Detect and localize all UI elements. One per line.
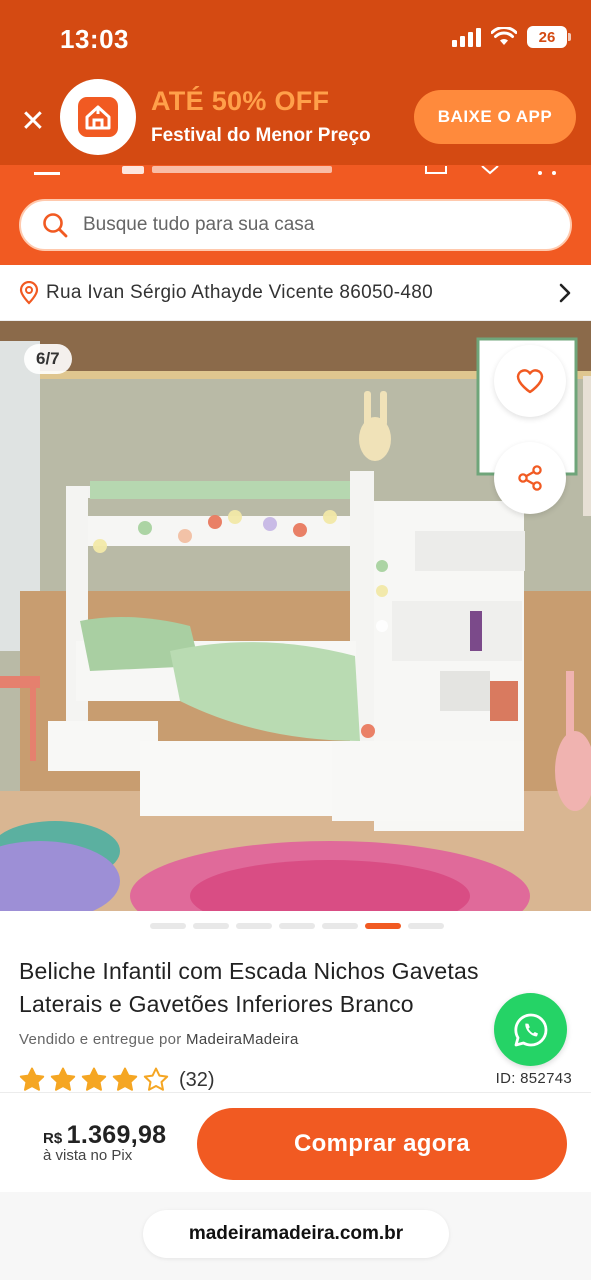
search-placeholder: Busque tudo para sua casa — [83, 214, 315, 235]
star-filled-icon — [81, 1067, 107, 1091]
status-bar: 13:03 26 — [0, 0, 591, 78]
price-currency: R$ — [43, 1130, 63, 1147]
price-value: 1.369,98 — [66, 1121, 167, 1149]
heart-icon — [516, 369, 544, 394]
whatsapp-icon — [513, 1013, 547, 1046]
url-bar[interactable]: madeiramadeira.com.br — [143, 1210, 449, 1258]
share-icon — [518, 465, 542, 491]
carousel-dot[interactable] — [365, 923, 401, 929]
seller-info: Vendido e entregue por MadeiraMadeira — [19, 1031, 299, 1048]
site-header: Busque tudo para sua casa — [0, 165, 591, 265]
price-note: à vista no Pix — [43, 1147, 133, 1164]
status-time: 13:03 — [60, 24, 129, 54]
chevron-right-icon — [559, 283, 571, 303]
gallery-counter: 6/7 — [24, 344, 72, 374]
review-count[interactable]: (32) — [179, 1069, 215, 1092]
star-filled-icon — [50, 1067, 76, 1091]
product-title: Beliche Infantil com Escada Nichos Gavet… — [19, 958, 479, 1017]
signal-icon — [452, 27, 481, 47]
price-block: R$ 1.369,98 à vista no Pix — [43, 1121, 167, 1164]
location-pin-icon — [19, 280, 39, 305]
battery-icon: 26 — [527, 26, 571, 48]
browser-bottom-bar: madeiramadeira.com.br — [0, 1192, 591, 1280]
carousel-dot[interactable] — [236, 923, 272, 929]
whatsapp-button[interactable] — [494, 993, 567, 1066]
purchase-bar: R$ 1.369,98 à vista no Pix Comprar agora — [0, 1092, 591, 1192]
search-input[interactable]: Busque tudo para sua casa — [19, 199, 572, 251]
promo-subline: Festival do Menor Preço — [151, 125, 371, 146]
status-icons: 26 — [452, 26, 571, 48]
house-logo-icon — [78, 97, 118, 137]
header-peek — [0, 165, 591, 177]
buy-now-button[interactable]: Comprar agora — [197, 1108, 567, 1180]
share-button[interactable] — [494, 442, 566, 514]
product-photo — [0, 321, 591, 911]
delivery-address-row[interactable]: Rua Ivan Sérgio Athayde Vicente 86050-48… — [0, 265, 591, 321]
carousel-indicators[interactable] — [150, 923, 444, 929]
download-app-button[interactable]: BAIXE O APP — [414, 90, 576, 144]
product-rating[interactable]: (32) — [18, 1066, 215, 1094]
product-id: ID: 852743 — [495, 1070, 572, 1087]
star-filled-icon — [19, 1067, 45, 1091]
search-icon — [43, 213, 68, 238]
favorite-button[interactable] — [494, 345, 566, 417]
carousel-dot[interactable] — [193, 923, 229, 929]
star-empty-icon — [143, 1067, 169, 1091]
address-text: Rua Ivan Sérgio Athayde Vicente 86050-48… — [46, 281, 433, 303]
carousel-dot[interactable] — [279, 923, 315, 929]
product-image-gallery[interactable]: 6/7 — [0, 321, 591, 911]
seller-prefix: Vendido e entregue por — [19, 1031, 182, 1048]
star-filled-icon — [112, 1067, 138, 1091]
close-icon[interactable]: ✕ — [18, 104, 48, 140]
rating-stars — [18, 1066, 170, 1094]
carousel-dot[interactable] — [150, 923, 186, 929]
promo-headline: ATÉ 50% OFF — [151, 86, 330, 116]
app-logo — [60, 79, 136, 155]
carousel-dot[interactable] — [408, 923, 444, 929]
carousel-dot[interactable] — [322, 923, 358, 929]
promo-banner: 13:03 26 ✕ ATÉ 50% OFF Festival do Menor… — [0, 0, 591, 165]
seller-name[interactable]: MadeiraMadeira — [186, 1031, 299, 1048]
wifi-icon — [491, 27, 517, 45]
